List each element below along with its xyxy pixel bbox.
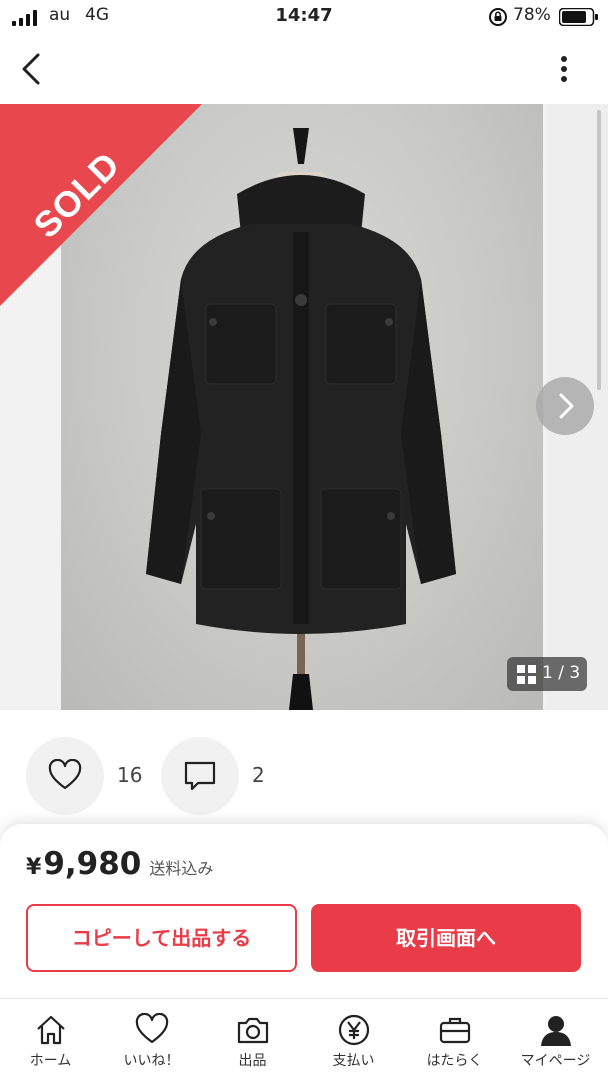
more-icon[interactable] [554,54,574,84]
status-bar: au 4G 14:47 78% [0,0,608,34]
camera-icon [237,1017,269,1044]
copy-listing-button[interactable]: コピーして出品する [26,904,297,972]
tab-label: 出品 [238,1053,267,1069]
tab-sell[interactable]: 出品 [202,999,303,1080]
engagement-row: 16 2 [0,710,608,828]
go-to-transaction-button[interactable]: 取引画面へ [311,904,581,972]
tab-bar: ホーム いいね！ 出品 支払い はたらく マイページ [0,998,608,1080]
sold-ribbon: SOLD [0,104,210,314]
chevron-right-icon [559,393,574,419]
comment-count: 2 [252,763,265,787]
purchase-panel: ¥9,980 送料込み コピーして出品する 取引画面へ [0,824,608,1000]
heart-icon [135,1013,169,1044]
next-photo-button[interactable] [536,377,594,435]
photo-counter[interactable]: 1 / 3 [507,657,587,691]
battery-icon [559,8,598,26]
back-icon[interactable] [18,51,44,87]
price-row: ¥9,980 送料込み [26,846,213,890]
grid-icon [517,665,536,684]
item-detail-page: au 4G 14:47 78% SOLD 1 / 3 16 2 ¥9,980 送… [0,0,608,1080]
photo-gallery[interactable]: SOLD 1 / 3 [0,104,608,710]
currency-symbol: ¥ [26,855,42,880]
shipping-note: 送料込み [149,859,214,878]
home-icon [37,1015,65,1045]
yen-icon [338,1014,370,1046]
tab-label: ホーム [29,1053,72,1069]
tab-label: マイページ [520,1053,591,1069]
scroll-indicator [597,110,601,390]
tab-home[interactable]: ホーム [0,999,101,1080]
tab-mypage[interactable]: マイページ [505,999,606,1080]
comment-icon [184,761,216,791]
price-value: 9,980 [43,846,142,882]
tab-label: はたらく [426,1053,483,1069]
like-button[interactable] [26,737,104,815]
like-count: 16 [117,763,143,787]
tab-work[interactable]: はたらく [404,999,505,1080]
tab-label: 支払い [332,1053,375,1069]
briefcase-icon [439,1017,471,1044]
navigation-bar [0,34,608,104]
tab-label: いいね！ [123,1053,180,1069]
battery-percent: 78% [513,5,551,25]
heart-icon [48,759,82,790]
rotation-lock-icon [489,8,507,26]
tab-payment[interactable]: 支払い [303,999,404,1080]
person-icon [541,1016,571,1046]
comment-button[interactable] [161,737,239,815]
photo-counter-label: 1 / 3 [542,663,581,683]
tab-likes[interactable]: いいね！ [101,999,202,1080]
